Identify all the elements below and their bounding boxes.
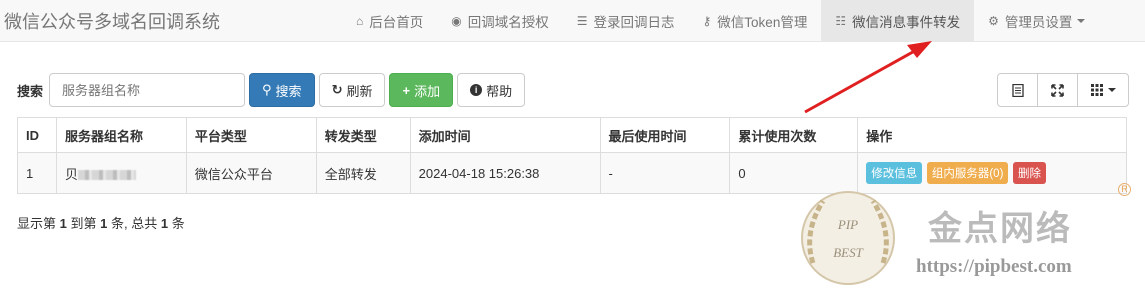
watermark-url: https://pipbest.com xyxy=(916,256,1072,277)
seal-bottom-text: BEST xyxy=(833,245,863,260)
registered-mark: R xyxy=(1118,183,1131,196)
watermark-brand: 金点网络 xyxy=(928,209,1072,249)
laurel-seal-icon: PIP BEST xyxy=(801,191,895,285)
seal-top-text: PIP xyxy=(837,217,858,232)
